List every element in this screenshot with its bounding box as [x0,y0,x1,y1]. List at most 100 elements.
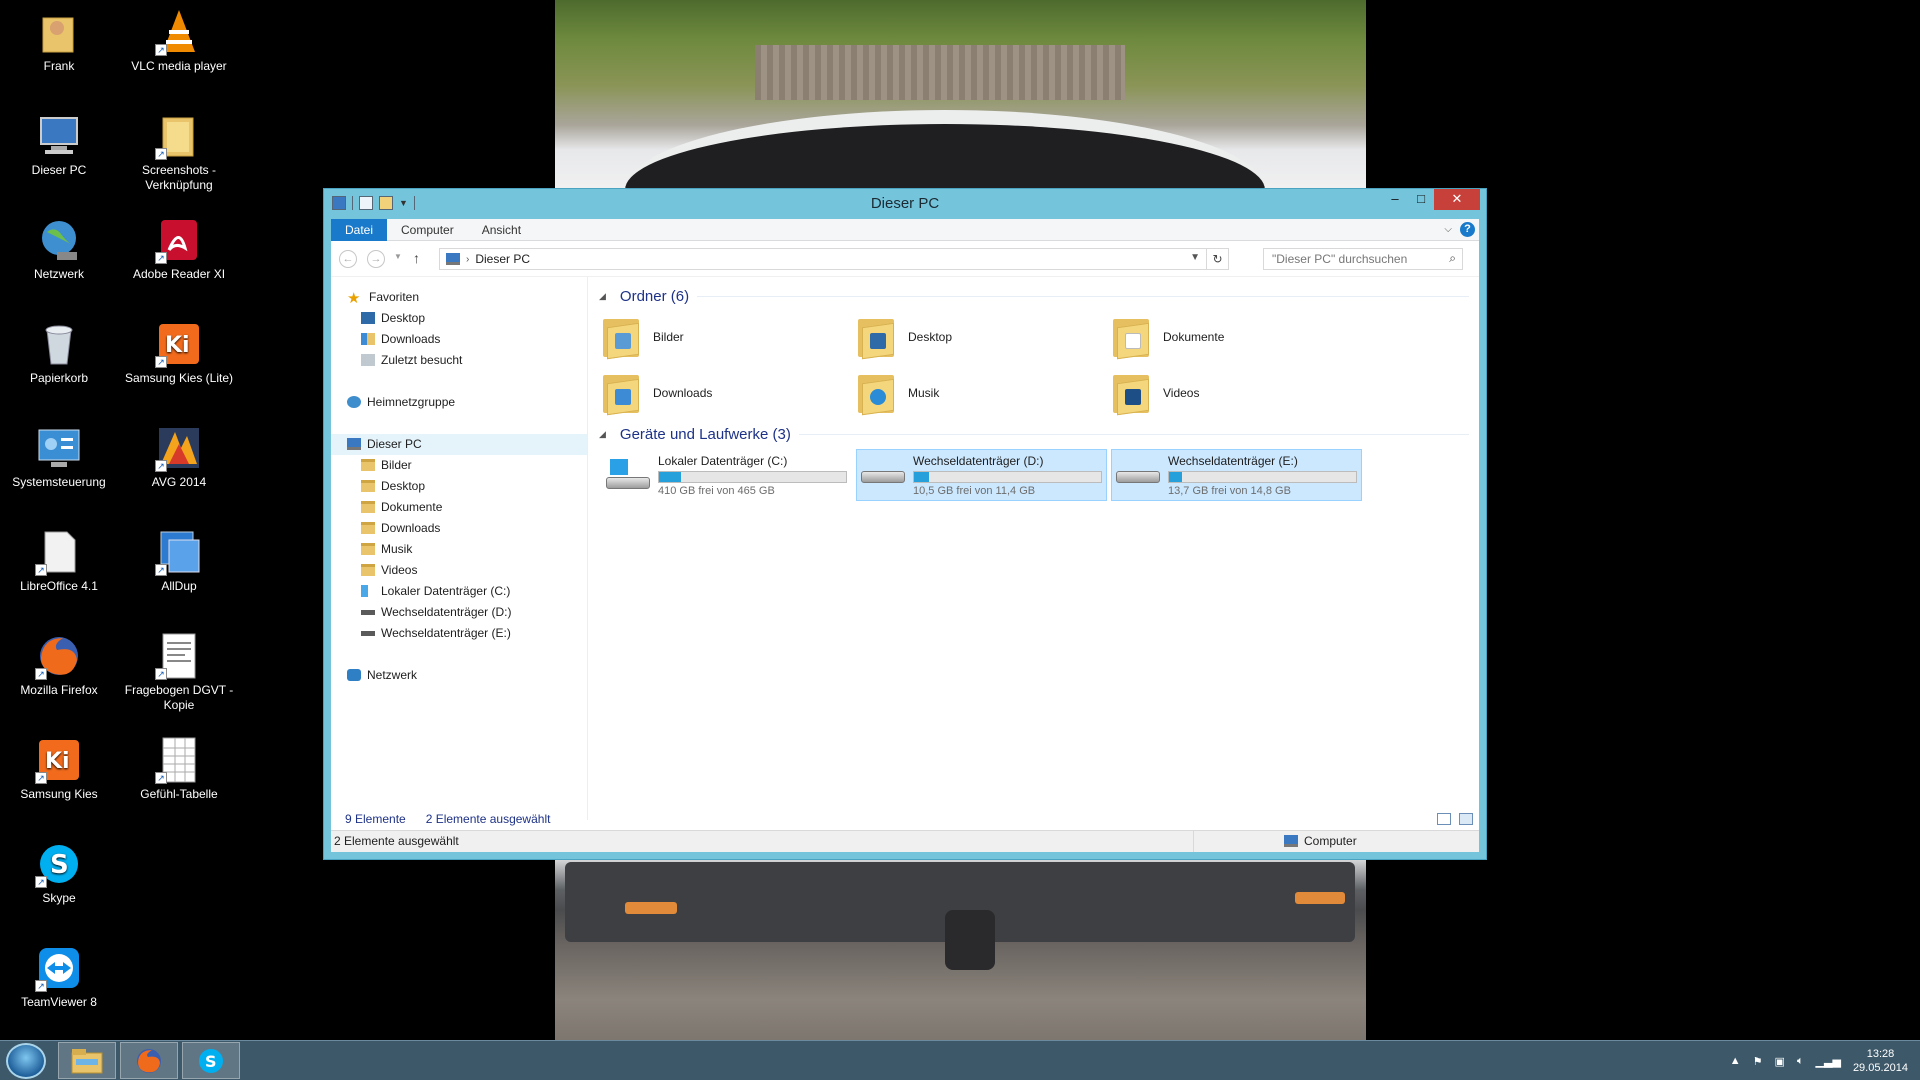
desktop-icon-samsung-kies-lite[interactable]: Ki ↗ Samsung Kies (Lite) [124,320,234,386]
show-hidden-icons-icon[interactable]: ▲ [1730,1055,1741,1067]
content-pane[interactable]: ◢ Ordner (6) Bilder Desktop Dokumente Do… [589,277,1479,820]
nav-item-drive-c[interactable]: Lokaler Datenträger (C:) [331,581,587,602]
desktop-icon-label: Mozilla Firefox [20,683,98,697]
nav-item-recent[interactable]: Zuletzt besucht [331,350,587,371]
desktop-icon-avg[interactable]: ↗ AVG 2014 [124,424,234,490]
network-signal-icon[interactable]: ▁▃▅ [1816,1055,1841,1068]
large-icons-view-icon[interactable] [1459,813,1473,825]
nav-this-pc[interactable]: Dieser PC [331,434,587,455]
item-count: 9 Elemente [345,812,406,826]
breadcrumb[interactable]: Dieser PC [475,252,530,266]
desktop-icon-dieser-pc[interactable]: Dieser PC [4,112,114,178]
recent-locations-icon[interactable]: ▼ [394,252,402,261]
desktop-icon-vlc[interactable]: ↗ VLC media player [124,8,234,74]
group-divider [599,296,1469,297]
folder-dokumente[interactable]: Dokumente [1111,309,1366,365]
expand-ribbon-icon[interactable]: ⌵ [1444,224,1452,235]
taskbar-explorer-button[interactable] [58,1042,116,1079]
back-button[interactable]: ← [339,250,357,268]
device-icon[interactable]: ▣ [1775,1055,1785,1068]
folder-bilder[interactable]: Bilder [601,309,856,365]
tab-ansicht[interactable]: Ansicht [468,219,535,241]
zone-label: Computer [1304,834,1357,848]
folder-desktop[interactable]: Desktop [856,309,1111,365]
nav-item-desktop[interactable]: Desktop [331,308,587,329]
details-text: 2 Elemente ausgewählt [334,834,459,848]
address-dropdown-icon[interactable]: ▼ [1190,252,1200,263]
search-input[interactable]: "Dieser PC" durchsuchen ⌕ [1263,248,1463,270]
up-arrow-icon[interactable]: ↑ [413,250,420,266]
nav-item-drive-e[interactable]: Wechseldatenträger (E:) [331,623,587,644]
refresh-button[interactable]: ↻ [1206,249,1228,269]
breadcrumb-chevron-icon[interactable]: › [466,254,469,265]
start-button[interactable] [6,1043,46,1079]
folder-videos[interactable]: Videos [1111,365,1366,421]
forward-button[interactable]: → [367,250,385,268]
tab-datei[interactable]: Datei [331,219,388,241]
desktop-icon-samsung-kies[interactable]: Ki ↗ Samsung Kies [4,736,114,802]
folders-grid: Bilder Desktop Dokumente Downloads Musik… [599,309,1469,421]
folder-downloads[interactable]: Downloads [601,365,856,421]
navigation-bar: ← → ▼ ↑ › Dieser PC ▼ ↻ "Dieser PC" durc… [331,241,1479,277]
nav-item-musik[interactable]: Musik [331,539,587,560]
nav-favorites[interactable]: ★ Favoriten [331,287,587,308]
title-bar[interactable]: ▼ Dieser PC – □ ✕ [324,189,1486,219]
desktop-icon-label: TeamViewer 8 [21,995,97,1009]
minimize-button[interactable]: – [1382,189,1408,210]
collapse-triangle-icon[interactable]: ◢ [599,291,614,301]
nav-homegroup[interactable]: Heimnetzgruppe [331,392,587,413]
volume-icon[interactable]: 🔈︎ [1797,1055,1804,1068]
desktop-icon-screenshots[interactable]: ↗ Screenshots - Verknüpfung [124,112,234,193]
desktop-icon-adobe-reader[interactable]: ↗ Adobe Reader XI [124,216,234,282]
clock[interactable]: 13:28 29.05.2014 [1853,1047,1908,1075]
document-icon: ↗ [155,632,203,680]
drive-c[interactable]: Lokaler Datenträger (C:) 410 GB frei von… [601,449,852,501]
search-icon[interactable]: ⌕ [1449,251,1456,266]
desktop-icon-alldup[interactable]: ↗ AllDup [124,528,234,594]
folder-musik[interactable]: Musik [856,365,1111,421]
details-view-icon[interactable] [1437,813,1451,825]
drive-info: Wechseldatenträger (D:) 10,5 GB frei von… [913,454,1102,497]
collapse-triangle-icon[interactable]: ◢ [599,429,614,439]
details-zone: Computer [1193,831,1357,852]
desktop-icon-systemsteuerung[interactable]: Systemsteuerung [4,424,114,490]
folders-group-header[interactable]: ◢ Ordner (6) [599,283,1469,309]
desktop-icon-papierkorb[interactable]: Papierkorb [4,320,114,386]
taskbar-skype-button[interactable]: S [182,1042,240,1079]
tab-computer[interactable]: Computer [387,219,468,241]
address-bar[interactable]: › Dieser PC ▼ ↻ [439,248,1229,270]
nav-item-downloads-pc[interactable]: Downloads [331,518,587,539]
drive-info: Wechseldatenträger (E:) 13,7 GB frei von… [1168,454,1357,497]
nav-item-videos[interactable]: Videos [331,560,587,581]
nav-item-bilder[interactable]: Bilder [331,455,587,476]
nav-network[interactable]: Netzwerk [331,665,587,686]
desktop-icon-fragebogen[interactable]: ↗ Fragebogen DGVT - Kopie [124,632,234,713]
navigation-pane[interactable]: ★ Favoriten Desktop Downloads Zuletzt bes… [331,277,588,820]
nav-item-dokumente[interactable]: Dokumente [331,497,587,518]
desktop-icon-teamviewer[interactable]: ↗ TeamViewer 8 [4,944,114,1010]
action-center-flag-icon[interactable]: ⚑ [1753,1055,1763,1068]
explorer-window[interactable]: ▼ Dieser PC – □ ✕ Datei Computer Ansicht… [323,188,1487,860]
nav-item-desktop-pc[interactable]: Desktop [331,476,587,497]
nav-item-drive-d[interactable]: Wechseldatenträger (D:) [331,602,587,623]
desktop-icon-skype[interactable]: S ↗ Skype [4,840,114,906]
removable-drive-icon [861,457,905,493]
drive-e[interactable]: Wechseldatenträger (E:) 13,7 GB frei von… [1111,449,1362,501]
downloads-folder-icon [601,371,643,416]
nav-label: Wechseldatenträger (E:) [381,626,511,640]
desktop-icon-libreoffice[interactable]: ↗ LibreOffice 4.1 [4,528,114,594]
desktop-icon-firefox[interactable]: ↗ Mozilla Firefox [4,632,114,698]
close-button[interactable]: ✕ [1434,189,1480,210]
maximize-button[interactable]: □ [1408,189,1434,210]
desktop-icon-netzwerk[interactable]: Netzwerk [4,216,114,282]
desktop-icon-label: Skype [42,891,76,905]
desktop-icon-frank[interactable]: Frank [4,8,114,74]
desktop-icon-gefuehl-tabelle[interactable]: ↗ Gefühl-Tabelle [124,736,234,802]
drive-d[interactable]: Wechseldatenträger (D:) 10,5 GB frei von… [856,449,1107,501]
nav-item-downloads[interactable]: Downloads [331,329,587,350]
help-icon[interactable]: ? [1460,222,1475,237]
drives-group-header[interactable]: ◢ Geräte und Laufwerke (3) [599,421,1469,447]
desktop-icon-label: VLC media player [131,59,227,73]
taskbar-firefox-button[interactable] [120,1042,178,1079]
pictures-folder-icon [601,315,643,360]
